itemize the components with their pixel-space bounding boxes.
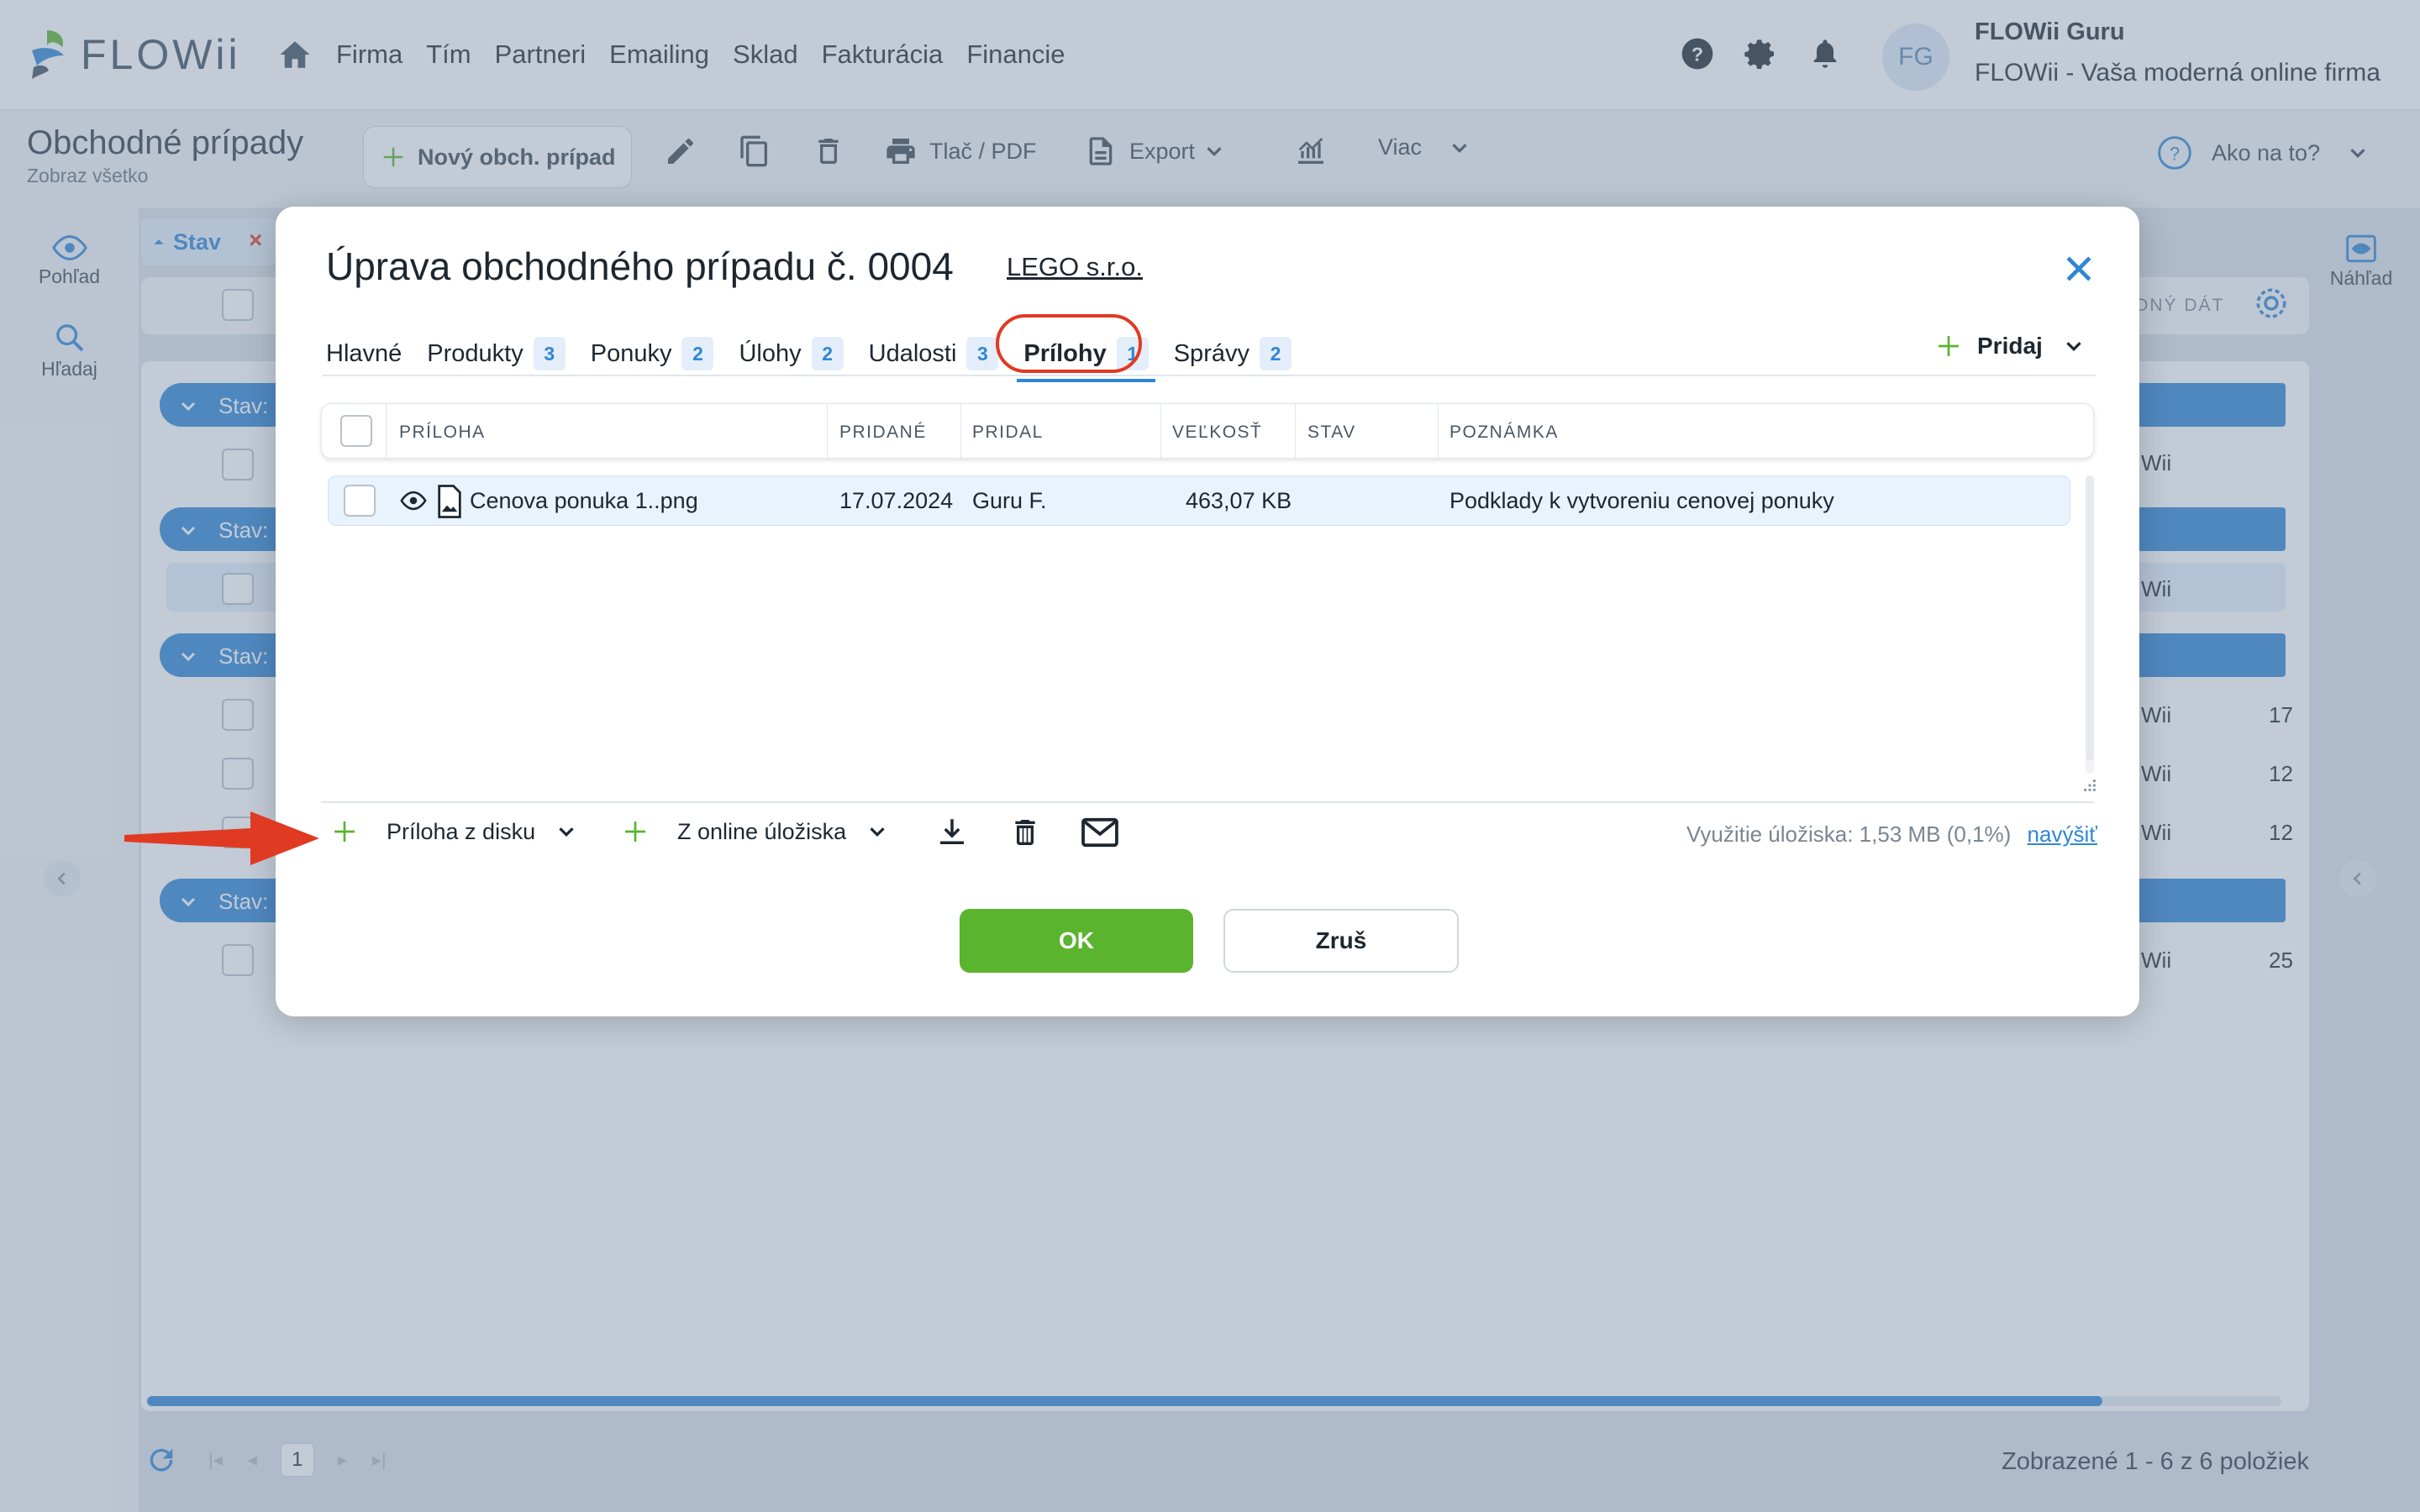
download-icon[interactable]	[934, 815, 970, 850]
table-vertical-scrollbar[interactable]	[2086, 475, 2094, 774]
table-header: PRÍLOHA PRIDANÉ PRIDAL VEĽKOSŤ STAV POZN…	[321, 403, 2094, 459]
attachment-added-by: Guru F.	[972, 488, 1047, 513]
scrollbar-thumb[interactable]	[2086, 475, 2094, 761]
attachment-added: 17.07.2024	[839, 488, 954, 513]
column-divider	[1438, 404, 1439, 459]
plus-icon	[625, 822, 645, 842]
column-divider	[827, 404, 828, 459]
attachment-size: 463,07 KB	[1186, 488, 1292, 513]
row-checkbox[interactable]	[344, 485, 376, 517]
bottom-divider	[321, 801, 2094, 803]
ok-button[interactable]: OK	[960, 909, 1193, 973]
tab-count-badge: 2	[811, 337, 844, 370]
add-button[interactable]: Pridaj	[1935, 333, 2086, 360]
partner-link[interactable]: LEGO s.r.o.	[1007, 252, 1143, 282]
storage-upgrade-link[interactable]: navýšiť	[2028, 822, 2097, 847]
email-icon[interactable]	[1081, 816, 1119, 848]
column-divider	[1295, 404, 1296, 459]
col-note[interactable]: POZNÁMKA	[1449, 423, 1559, 443]
tab-count-badge: 3	[533, 337, 566, 370]
tab-udalosti[interactable]: Udalosti 3	[869, 337, 999, 370]
attach-from-disk-label: Príloha z disku	[387, 818, 536, 844]
tab-label: Udalosti	[868, 339, 957, 367]
tab-spravy[interactable]: Správy 2	[1174, 337, 1292, 370]
attachments-table: PRÍLOHA PRIDANÉ PRIDAL VEĽKOSŤ STAV POZN…	[321, 403, 2097, 802]
edit-case-dialog: Úprava obchodného prípadu č. 0004 LEGO s…	[276, 207, 2139, 1016]
tab-count-badge: 2	[681, 337, 714, 370]
attach-from-online-button[interactable]: Z online úložiska	[622, 818, 890, 845]
tabs-divider	[323, 375, 2096, 376]
highlight-ring	[996, 314, 1142, 373]
cancel-button[interactable]: Zruš	[1223, 909, 1459, 973]
table-row[interactable]: Cenova ponuka 1..png 17.07.2024 Guru F. …	[328, 475, 2070, 526]
add-label: Pridaj	[1977, 333, 2043, 359]
tab-ulohy[interactable]: Úlohy 2	[739, 337, 844, 370]
attachment-note: Podklady k vytvoreniu cenovej ponuky	[1449, 488, 1834, 513]
plus-icon	[334, 822, 355, 842]
tab-label: Úlohy	[739, 339, 802, 367]
tab-label: Správy	[1173, 339, 1249, 367]
attachment-name[interactable]: Cenova ponuka 1..png	[470, 488, 698, 514]
col-size[interactable]: VEĽKOSŤ	[1172, 423, 1262, 443]
tab-hlavne[interactable]: Hlavné	[326, 340, 402, 368]
close-icon[interactable]	[2060, 250, 2097, 287]
attach-from-online-label: Z online úložiska	[677, 818, 847, 844]
chevron-down-icon	[870, 827, 885, 837]
storage-value: 1,53 MB (0,1%)	[1859, 822, 2012, 847]
tab-count-badge: 2	[1259, 337, 1292, 370]
eye-icon[interactable]	[399, 490, 428, 512]
chevron-down-icon	[559, 827, 574, 837]
dialog-title: Úprava obchodného prípadu č. 0004	[326, 244, 954, 288]
column-divider	[1160, 404, 1161, 459]
storage-label: Využitie úložiska:	[1686, 822, 1854, 847]
tab-label: Produkty	[427, 339, 523, 367]
chevron-down-icon	[2066, 342, 2081, 352]
tab-ponuky[interactable]: Ponuky 2	[591, 337, 714, 370]
select-all-checkbox[interactable]	[340, 415, 372, 447]
col-attachment[interactable]: PRÍLOHA	[399, 423, 486, 443]
tab-produkty[interactable]: Produkty 3	[427, 337, 566, 370]
image-file-icon	[438, 485, 461, 518]
plus-icon	[1939, 336, 1959, 356]
tab-label: Ponuky	[590, 339, 672, 367]
trash-icon[interactable]	[1008, 815, 1042, 850]
tab-count-badge: 3	[966, 337, 999, 370]
column-divider	[386, 404, 387, 459]
resize-handle-icon[interactable]	[2082, 778, 2097, 793]
storage-usage: Využitie úložiska: 1,53 MB (0,1%) navýši…	[1686, 822, 2097, 848]
annotation-arrow-icon	[124, 811, 319, 865]
attach-from-disk-button[interactable]: Príloha z disku	[331, 818, 579, 845]
column-divider	[960, 404, 961, 459]
tab-label: Hlavné	[326, 339, 402, 367]
col-added[interactable]: PRIDANÉ	[839, 423, 927, 443]
col-added-by[interactable]: PRIDAL	[972, 423, 1044, 443]
col-status[interactable]: STAV	[1307, 423, 1356, 443]
